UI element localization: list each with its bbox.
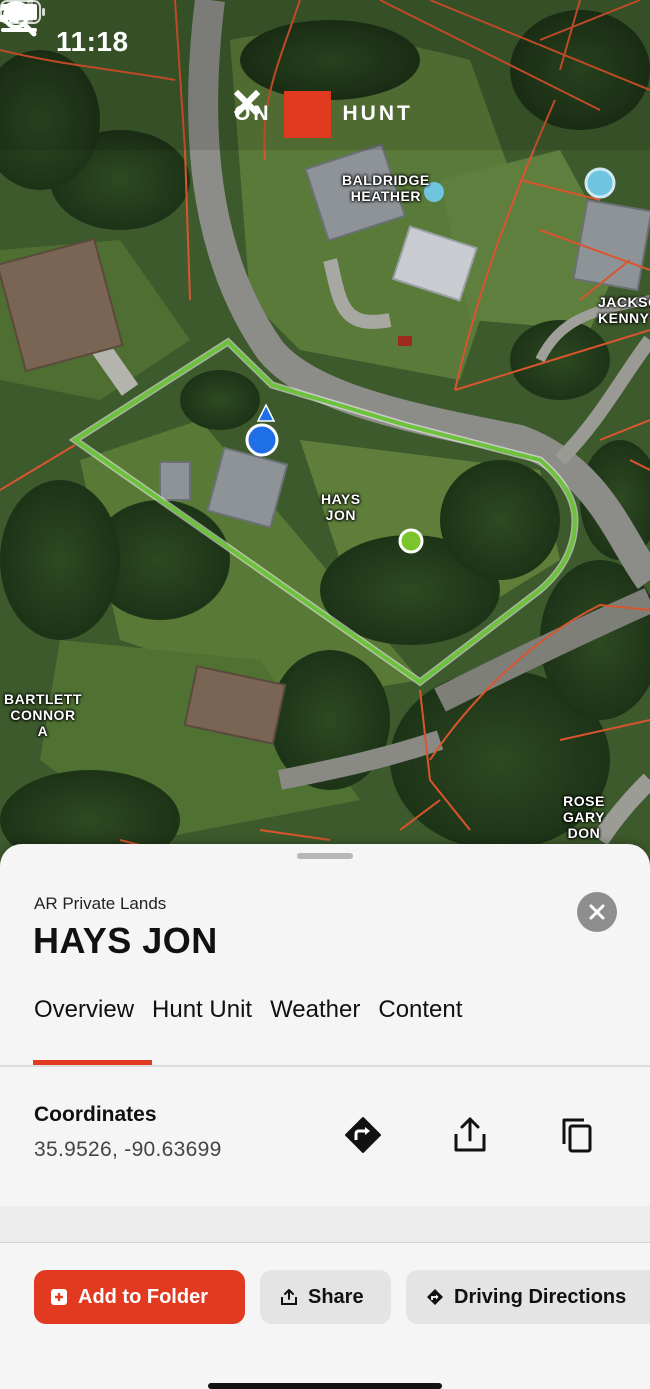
status-time: 11:18 xyxy=(56,26,129,57)
map-label-rose[interactable]: ROSE GARY DON xyxy=(563,793,605,841)
map-label-jackson[interactable]: JACKSOKENNY xyxy=(598,294,650,326)
coordinates-label: Coordinates xyxy=(34,1103,157,1126)
home-indicator xyxy=(208,1383,442,1389)
logo-text-right: HUNT xyxy=(342,102,413,125)
search-icon[interactable] xyxy=(0,0,38,38)
details-sheet[interactable]: AR Private Lands HAYS JON Overview Hunt … xyxy=(0,844,650,1389)
layer-subtitle: AR Private Lands xyxy=(34,894,167,913)
copy-icon xyxy=(562,1118,592,1153)
share-button[interactable]: Share xyxy=(260,1270,391,1324)
tab-content[interactable]: Content xyxy=(378,996,462,1024)
driving-directions-button[interactable]: Driving Directions xyxy=(406,1270,650,1324)
driving-directions-label: Driving Directions xyxy=(454,1285,627,1308)
share-coordinates-button[interactable] xyxy=(450,1115,490,1155)
directions-small-icon xyxy=(426,1288,444,1306)
share-small-icon xyxy=(280,1288,298,1306)
map-view[interactable]: BALDRIDGEHEATHER JACKSOKENNY HAYSJON BAR… xyxy=(0,0,650,880)
map-label-bartlett[interactable]: BARTLETT CONNOR A xyxy=(4,691,82,739)
add-to-folder-label: Add to Folder xyxy=(78,1285,208,1308)
close-button[interactable] xyxy=(577,892,617,932)
sheet-grabber[interactable] xyxy=(297,853,353,859)
directions-icon xyxy=(345,1117,381,1153)
tab-hunt-unit[interactable]: Hunt Unit xyxy=(152,996,252,1024)
folder-add-icon xyxy=(50,1288,68,1306)
map-label-hays[interactable]: HAYS JON xyxy=(321,491,361,523)
parcel-center-marker xyxy=(398,528,424,554)
share-label: Share xyxy=(308,1285,364,1308)
tab-weather[interactable]: Weather xyxy=(270,996,360,1024)
close-icon xyxy=(589,904,605,920)
logo-x-icon xyxy=(234,90,331,138)
tab-overview[interactable]: Overview xyxy=(34,996,134,1024)
tab-bar: Overview Hunt Unit Weather Content xyxy=(34,996,480,1024)
copy-coordinates-button[interactable] xyxy=(556,1115,596,1155)
section-separator xyxy=(0,1206,650,1243)
coordinates-value: 35.9526, -90.63699 xyxy=(34,1138,222,1161)
divider xyxy=(0,1065,650,1067)
share-icon xyxy=(454,1117,486,1152)
parcel-title: HAYS JON xyxy=(33,920,218,961)
status-bar: 11:18 xyxy=(0,0,650,84)
add-to-folder-button[interactable]: Add to Folder xyxy=(34,1270,245,1324)
map-label-baldridge[interactable]: BALDRIDGE HEATHER xyxy=(342,172,430,204)
directions-button[interactable] xyxy=(343,1115,383,1155)
onx-hunt-logo: ON HUNT xyxy=(234,90,413,138)
